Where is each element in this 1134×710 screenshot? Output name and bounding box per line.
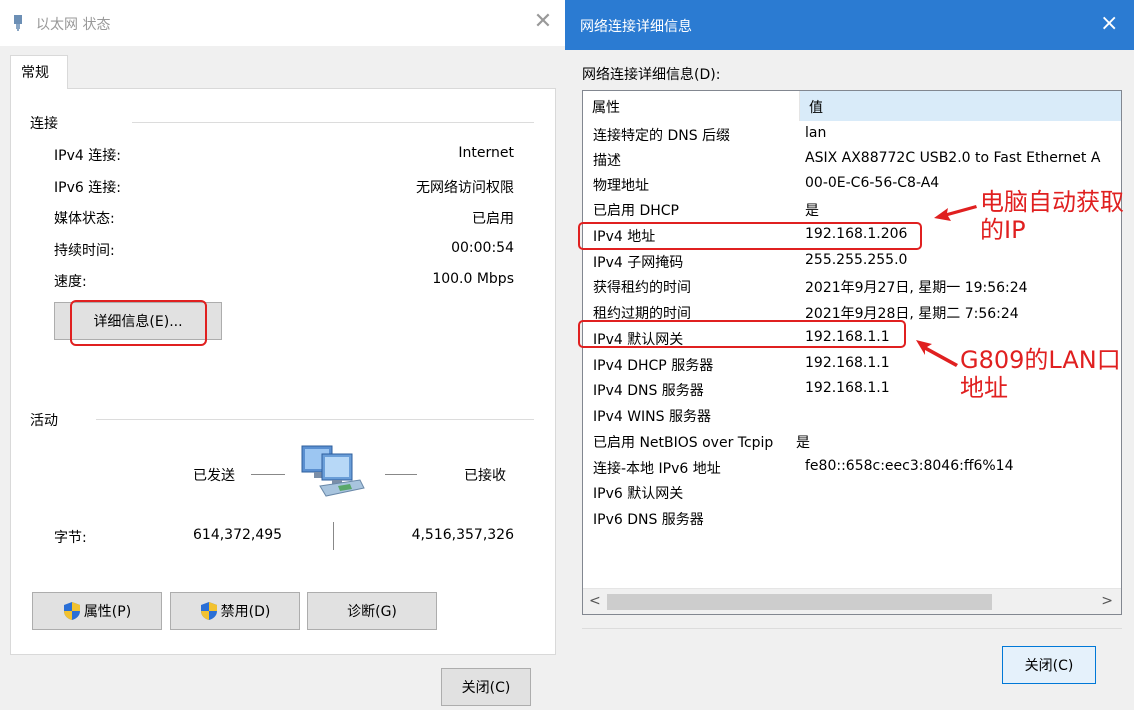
row-property: 物理地址 xyxy=(593,178,649,194)
disable-button[interactable]: 禁用(D) xyxy=(170,592,300,630)
list-row-subnet-mask[interactable]: IPv4 子网掩码 255.255.255.0 xyxy=(583,248,1121,273)
divider xyxy=(132,122,534,123)
row-value: fe80::658c:eec3:8046:ff6%14 xyxy=(805,458,1014,474)
ip-annotation-line2: 的IP xyxy=(980,216,1026,244)
ip-annotation-line1: 电脑自动获取 xyxy=(980,188,1124,216)
list-row-ipv6-dns[interactable]: IPv6 DNS 服务器 xyxy=(583,505,1121,530)
row-value: 00-0E-C6-56-C8-A4 xyxy=(805,175,940,191)
ipv4-connectivity-value: Internet xyxy=(458,145,514,161)
details-list-label: 网络连接详细信息(D): xyxy=(582,67,721,83)
gateway-arrow-icon xyxy=(916,340,958,367)
bytes-divider xyxy=(333,522,334,550)
diagnose-button[interactable]: 诊断(G) xyxy=(307,592,437,630)
received-label: 已接收 xyxy=(464,468,506,484)
row-value: 是 xyxy=(796,435,810,451)
divider xyxy=(582,628,1122,629)
row-property: IPv6 DNS 服务器 xyxy=(593,512,704,528)
shield-icon xyxy=(63,602,80,620)
window-title: 以太网 状态 xyxy=(36,17,111,33)
tab-general[interactable]: 常规 xyxy=(10,55,68,89)
list-header: 属性 值 xyxy=(583,91,1121,121)
scroll-left-arrow-icon[interactable]: < xyxy=(589,593,601,609)
speed-value: 100.0 Mbps xyxy=(432,271,514,287)
row-value: 2021年9月27日, 星期一 19:56:24 xyxy=(805,280,1028,296)
ethernet-status-window: 以太网 状态 ✕ 常规 连接 IPv4 连接: Internet IPv6 连接… xyxy=(0,0,565,710)
row-value: 255.255.255.0 xyxy=(805,252,908,268)
diagnose-button-label: 诊断(G) xyxy=(347,604,397,620)
list-row-netbios[interactable]: 已启用 NetBIOS over Tcpip 是 xyxy=(583,428,1121,453)
bytes-received-value: 4,516,357,326 xyxy=(411,527,514,543)
scroll-right-arrow-icon[interactable]: > xyxy=(1101,593,1113,609)
left-close-button[interactable]: 关闭(C) xyxy=(441,668,531,706)
row-property: 已启用 DHCP xyxy=(593,203,679,219)
tab-panel xyxy=(10,88,556,655)
bytes-sent-value: 614,372,495 xyxy=(193,527,283,543)
network-activity-icon xyxy=(301,445,365,497)
close-icon[interactable]: × xyxy=(1100,12,1118,36)
gateway-annotation-line1: G809的LAN口 xyxy=(960,346,1121,374)
list-row-wins-server[interactable]: IPv4 WINS 服务器 xyxy=(583,402,1121,427)
row-property: IPv4 DHCP 服务器 xyxy=(593,358,714,374)
row-property: IPv4 DNS 服务器 xyxy=(593,383,704,399)
ipv6-connectivity-value: 无网络访问权限 xyxy=(416,180,514,196)
row-property: 获得租约的时间 xyxy=(593,280,691,296)
duration-value: 00:00:54 xyxy=(451,240,514,256)
left-title-bar: 以太网 状态 ✕ xyxy=(0,0,565,46)
left-close-button-label: 关闭(C) xyxy=(461,680,511,696)
activity-group-title: 活动 xyxy=(30,413,58,429)
properties-button[interactable]: 属性(P) xyxy=(32,592,162,630)
sent-label: 已发送 xyxy=(193,468,235,484)
row-property: IPv4 子网掩码 xyxy=(593,255,684,271)
row-value: ASIX AX88772C USB2.0 to Fast Ethernet A xyxy=(805,150,1101,166)
row-property: 连接-本地 IPv6 地址 xyxy=(593,461,721,477)
duration-label: 持续时间: xyxy=(54,243,115,259)
ip-arrow-icon xyxy=(934,205,977,221)
ipv6-connectivity-label: IPv6 连接: xyxy=(54,180,121,196)
row-property: IPv4 WINS 服务器 xyxy=(593,409,711,425)
bytes-label: 字节: xyxy=(54,530,87,546)
ip-annotation: 电脑自动获取 的IP xyxy=(980,188,1124,244)
gateway-annotation: G809的LAN口 地址 xyxy=(960,346,1121,402)
close-icon[interactable]: ✕ xyxy=(528,10,558,36)
gateway-highlight xyxy=(578,320,906,348)
media-state-value: 已启用 xyxy=(472,211,514,227)
right-close-button-label: 关闭(C) xyxy=(1024,658,1074,674)
row-property: 连接特定的 DNS 后缀 xyxy=(593,128,731,144)
row-value: 192.168.1.1 xyxy=(805,355,890,371)
column-header-property[interactable]: 属性 xyxy=(583,91,800,121)
list-row-lease-obtained[interactable]: 获得租约的时间 2021年9月27日, 星期一 19:56:24 xyxy=(583,273,1121,298)
row-value: 192.168.1.1 xyxy=(805,380,890,396)
row-property: 描述 xyxy=(593,153,621,169)
details-window-title: 网络连接详细信息 xyxy=(580,19,692,35)
list-row-ipv6-link-local[interactable]: 连接-本地 IPv6 地址 fe80::658c:eec3:8046:ff6%1… xyxy=(583,454,1121,479)
disable-button-label: 禁用(D) xyxy=(220,604,271,620)
received-line xyxy=(385,474,417,475)
right-close-button[interactable]: 关闭(C) xyxy=(1002,646,1096,684)
shield-icon xyxy=(200,602,217,620)
row-property: IPv6 默认网关 xyxy=(593,486,684,502)
connection-group-title: 连接 xyxy=(30,116,58,132)
column-header-value[interactable]: 值 xyxy=(800,91,1121,121)
list-row-description[interactable]: 描述 ASIX AX88772C USB2.0 to Fast Ethernet… xyxy=(583,146,1121,171)
scroll-thumb[interactable] xyxy=(607,594,992,610)
properties-button-label: 属性(P) xyxy=(83,604,132,620)
divider xyxy=(96,419,534,420)
gateway-annotation-line2: 地址 xyxy=(960,374,1008,402)
list-row-ipv6-gateway[interactable]: IPv6 默认网关 xyxy=(583,479,1121,504)
list-row-dns-suffix[interactable]: 连接特定的 DNS 后缀 lan xyxy=(583,121,1121,146)
media-state-label: 媒体状态: xyxy=(54,211,115,227)
ipv4-address-highlight xyxy=(578,222,922,250)
row-value: 是 xyxy=(805,203,819,219)
details-button-highlight xyxy=(70,300,207,346)
row-value: lan xyxy=(805,125,827,141)
row-property: 已启用 NetBIOS over Tcpip xyxy=(593,435,774,451)
right-title-bar: 网络连接详细信息 × xyxy=(565,0,1134,50)
sent-line xyxy=(251,474,285,475)
ipv4-connectivity-label: IPv4 连接: xyxy=(54,148,121,164)
ethernet-icon xyxy=(14,15,22,31)
speed-label: 速度: xyxy=(54,274,87,290)
horizontal-scrollbar[interactable]: < > xyxy=(583,588,1121,614)
